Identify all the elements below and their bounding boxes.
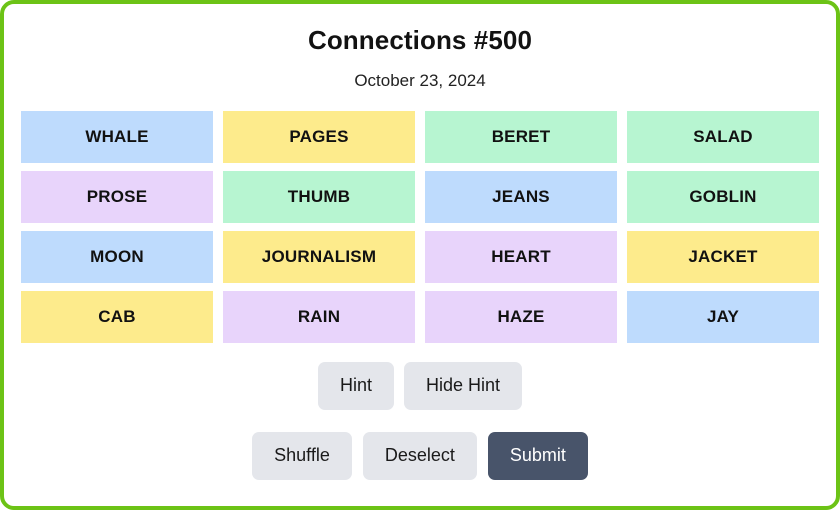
word-tile[interactable]: MOON	[21, 230, 213, 283]
word-tile[interactable]: CAB	[21, 290, 213, 343]
word-tile[interactable]: JOURNALISM	[223, 230, 415, 283]
word-tile[interactable]: SALAD	[627, 110, 819, 163]
word-tile[interactable]: JEANS	[425, 170, 617, 223]
word-tile[interactable]: GOBLIN	[627, 170, 819, 223]
submit-button[interactable]: Submit	[487, 431, 588, 480]
word-tile[interactable]: JACKET	[627, 230, 819, 283]
word-tile[interactable]: HAZE	[425, 290, 617, 343]
word-tile[interactable]: THUMB	[223, 170, 415, 223]
word-tile-grid: WHALE PAGES BERET SALAD PROSE THUMB JEANS GOBLI…	[20, 110, 820, 343]
word-tile[interactable]: RAIN	[223, 290, 415, 343]
word-tile[interactable]: HEART	[425, 230, 617, 283]
word-tile[interactable]: BERET	[425, 110, 617, 163]
hide-hint-button[interactable]: Hide Hint	[403, 361, 523, 410]
puzzle-date: October 23, 2024	[354, 70, 486, 90]
connections-game-frame: Connections #500 October 23, 2024 WHALE P…	[0, 0, 840, 510]
word-tile[interactable]: PAGES	[223, 110, 415, 163]
deselect-button[interactable]: Deselect	[362, 431, 477, 480]
word-tile[interactable]: JAY	[627, 290, 819, 343]
hint-button-row: Hint Hide Hint	[317, 361, 523, 410]
hint-button[interactable]: Hint	[317, 361, 394, 410]
shuffle-button[interactable]: Shuffle	[252, 431, 352, 480]
page-title: Connections #500	[307, 25, 533, 55]
word-tile[interactable]: WHALE	[21, 110, 213, 163]
word-tile[interactable]: PROSE	[21, 170, 213, 223]
action-button-row: Shuffle Deselect Submit	[252, 431, 588, 480]
